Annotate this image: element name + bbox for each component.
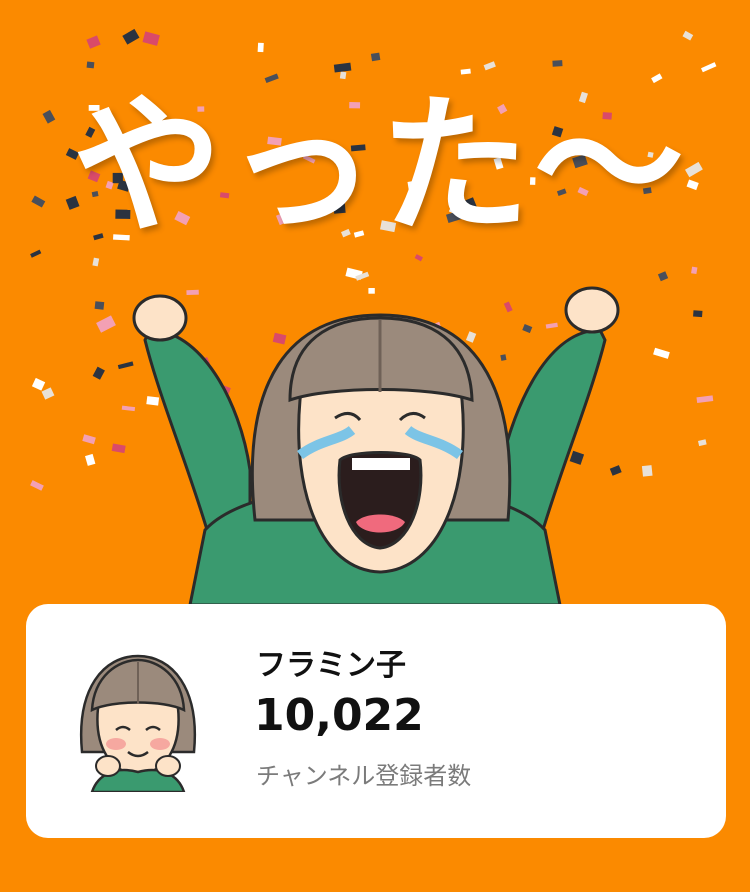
- channel-card: フラミン子 10,022 チャンネル登録者数: [26, 604, 726, 838]
- confetti-piece: [569, 450, 585, 465]
- confetti-piece: [272, 332, 287, 345]
- confetti-piece: [121, 405, 136, 412]
- confetti-piece: [84, 453, 96, 466]
- confetti-piece: [122, 28, 140, 45]
- confetti-piece: [698, 439, 707, 447]
- subscriber-count: 10,022: [254, 690, 424, 741]
- confetti-piece: [701, 62, 717, 73]
- confetti-piece: [92, 257, 100, 267]
- confetti-piece: [370, 52, 381, 62]
- confetti-piece: [30, 249, 42, 258]
- confetti-piece: [92, 366, 105, 380]
- confetti-piece: [641, 465, 653, 477]
- confetti-piece: [86, 35, 101, 49]
- confetti-piece: [460, 68, 471, 75]
- confetti-piece: [41, 387, 55, 400]
- celebration-headline: やった〜: [71, 80, 688, 254]
- confetti-piece: [142, 31, 160, 46]
- confetti-piece: [653, 347, 670, 359]
- confetti-piece: [96, 315, 116, 333]
- confetti-piece: [30, 480, 44, 491]
- confetti-piece: [552, 60, 563, 67]
- cheering-character: [132, 286, 620, 607]
- confetti-piece: [414, 254, 423, 262]
- confetti-piece: [31, 377, 46, 391]
- confetti-piece: [696, 395, 714, 403]
- confetti-piece: [86, 61, 95, 69]
- confetti-piece: [333, 62, 352, 73]
- confetti-piece: [522, 323, 533, 334]
- confetti-piece: [111, 443, 126, 454]
- confetti-piece: [146, 396, 160, 406]
- confetti-piece: [545, 322, 558, 329]
- confetti-piece: [483, 61, 496, 71]
- channel-avatar: [68, 648, 208, 792]
- confetti-piece: [691, 266, 698, 275]
- confetti-piece: [693, 310, 703, 318]
- confetti-piece: [339, 71, 347, 80]
- confetti-piece: [94, 301, 105, 310]
- confetti-piece: [500, 354, 507, 361]
- confetti-piece: [503, 301, 513, 313]
- channel-name: フラミン子: [256, 648, 406, 683]
- confetti-piece: [117, 361, 134, 370]
- confetti-piece: [82, 434, 96, 445]
- confetti-piece: [368, 288, 375, 294]
- confetti-piece: [186, 289, 199, 295]
- confetti-piece: [257, 42, 264, 53]
- confetti-piece: [682, 30, 694, 41]
- confetti-piece: [657, 271, 669, 282]
- confetti-piece: [465, 331, 477, 343]
- subscriber-label: チャンネル登録者数: [256, 762, 472, 790]
- confetti-piece: [609, 465, 622, 476]
